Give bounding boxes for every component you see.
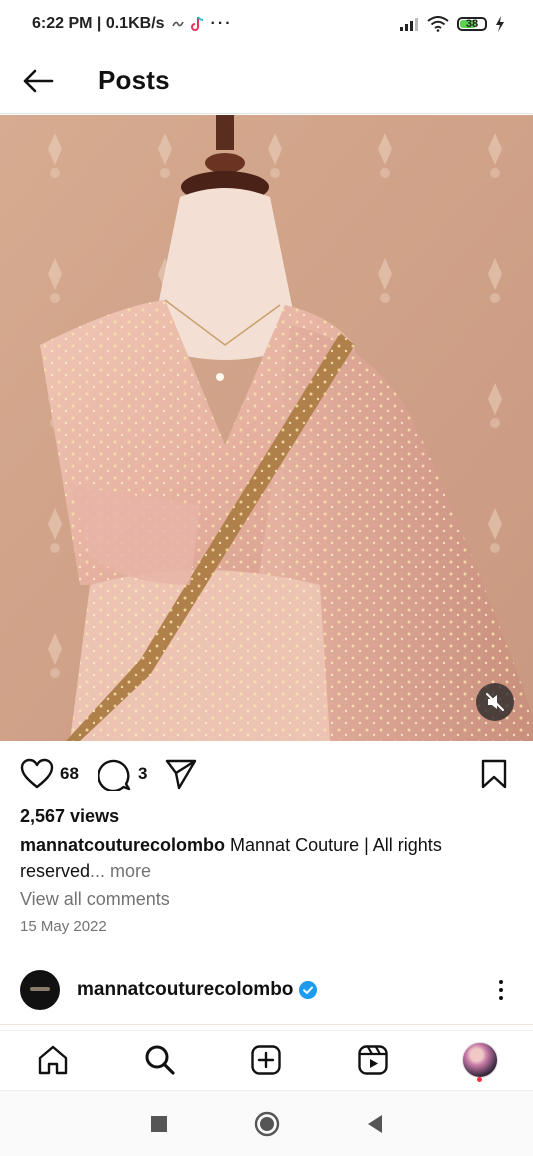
wifi-icon (427, 16, 449, 32)
more-notifications-icon: ··· (210, 15, 233, 32)
back-arrow-icon (23, 69, 54, 92)
post-video-image (0, 115, 533, 741)
status-left: 6:22 PM | 0.1KB/s ··· (32, 15, 233, 33)
view-count: 2,567 views (20, 806, 120, 826)
status-right: 38 (399, 16, 505, 32)
heart-icon (20, 758, 54, 789)
comment-count: 3 (138, 764, 148, 783)
home-circle-icon[interactable] (254, 1111, 280, 1137)
posts-header: Posts (0, 48, 533, 114)
status-time-speed: 6:22 PM | 0.1KB/s (32, 15, 165, 32)
post-date: 15 May 2022 (20, 918, 107, 935)
charging-icon (496, 16, 504, 32)
system-navigation-bar (0, 1090, 533, 1156)
post-separator (0, 1024, 533, 1025)
more-options-button[interactable] (489, 976, 513, 1004)
battery-indicator: 38 (457, 17, 487, 31)
comment-icon (98, 759, 131, 791)
share-icon (165, 759, 197, 790)
author-avatar[interactable] (20, 970, 60, 1010)
tab-create[interactable] (244, 1038, 288, 1082)
battery-level: 38 (465, 18, 479, 30)
mute-toggle-button[interactable] (476, 683, 514, 721)
status-bar: 6:22 PM | 0.1KB/s ··· 38 (0, 0, 533, 48)
back-triangle-icon[interactable] (366, 1114, 384, 1134)
page-title: Posts (98, 65, 170, 95)
recents-icon[interactable] (150, 1115, 168, 1133)
signal-icon (400, 18, 418, 31)
back-button[interactable] (20, 63, 56, 99)
like-count: 68 (60, 764, 79, 783)
reels-icon (358, 1045, 388, 1075)
like-button[interactable]: 68 (20, 752, 79, 796)
profile-avatar (461, 1042, 498, 1078)
search-icon (145, 1045, 175, 1075)
bottom-tab-bar (0, 1030, 533, 1089)
bookmark-icon (481, 759, 507, 789)
save-button[interactable] (480, 752, 508, 796)
post-actions: 68 3 (0, 752, 533, 796)
tiktok-icon (190, 16, 203, 31)
create-icon (251, 1045, 282, 1075)
tab-profile[interactable] (458, 1038, 502, 1082)
home-icon (39, 1045, 68, 1075)
caption-username[interactable]: mannatcouturecolombo (20, 835, 225, 855)
verified-badge-icon (299, 981, 318, 999)
post-caption: mannatcouturecolombo Mannat Couture | Al… (20, 832, 515, 884)
notification-dot (476, 1077, 482, 1082)
tab-search[interactable] (138, 1038, 182, 1082)
view-all-comments-link[interactable]: View all comments (20, 889, 170, 910)
next-post-header: mannatcouturecolombo (0, 966, 533, 1014)
tab-reels[interactable] (351, 1038, 395, 1082)
caption-more-link[interactable]: ... more (90, 861, 151, 881)
muted-speaker-icon (486, 693, 504, 711)
share-button[interactable] (164, 752, 198, 796)
tab-home[interactable] (31, 1038, 75, 1082)
link-icon (171, 21, 184, 27)
author-username[interactable]: mannatcouturecolombo (77, 979, 293, 1001)
post-media[interactable] (0, 115, 533, 741)
comment-button[interactable]: 3 (98, 752, 147, 796)
